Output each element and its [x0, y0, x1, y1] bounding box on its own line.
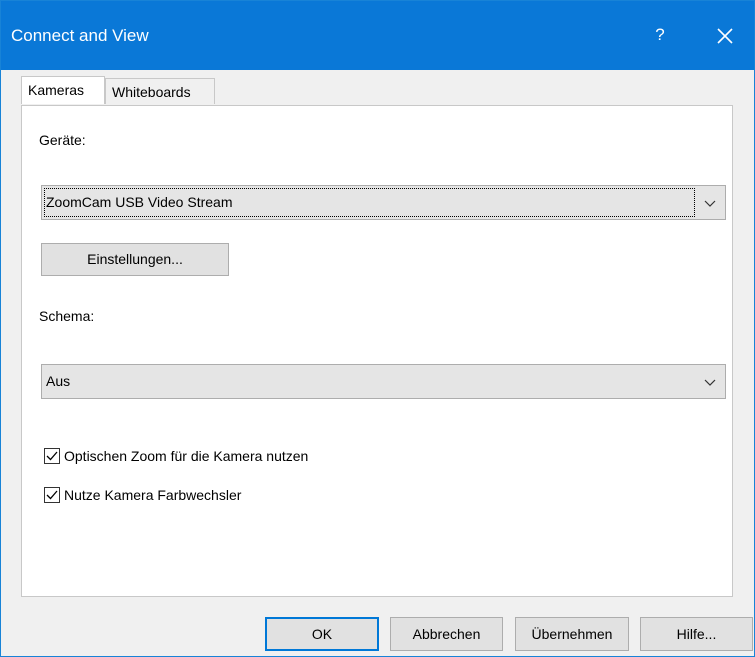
- tab-panel-kameras: Geräte: ZoomCam USB Video Stream Einstel…: [21, 105, 733, 597]
- apply-button[interactable]: Übernehmen: [515, 617, 629, 651]
- help-button[interactable]: Hilfe...: [640, 617, 753, 651]
- color-changer-option[interactable]: Nutze Kamera Farbwechsler: [44, 485, 444, 505]
- tab-whiteboards-label: Whiteboards: [112, 84, 191, 100]
- optical-zoom-option[interactable]: Optischen Zoom für die Kamera nutzen: [44, 446, 444, 466]
- apply-button-label: Übernehmen: [531, 626, 613, 642]
- scheme-select-value: Aus: [46, 373, 71, 389]
- device-select-value: ZoomCam USB Video Stream: [46, 194, 233, 210]
- help-icon: ?: [655, 25, 665, 44]
- cancel-button[interactable]: Abbrechen: [390, 617, 503, 651]
- window-title: Connect and View: [11, 26, 149, 45]
- cancel-button-label: Abbrechen: [412, 626, 481, 642]
- close-button[interactable]: [707, 19, 743, 53]
- tab-kameras[interactable]: Kameras: [21, 76, 105, 104]
- help-button-label: Hilfe...: [676, 626, 717, 642]
- dialog-window: Connect and View ? Kameras Whiteboards G…: [0, 0, 755, 657]
- devices-label: Geräte:: [39, 132, 86, 148]
- dialog-footer: OK Abbrechen Übernehmen Hilfe...: [1, 599, 754, 656]
- title-bar[interactable]: Connect and View ?: [1, 1, 754, 70]
- settings-button[interactable]: Einstellungen...: [41, 243, 229, 276]
- chevron-down-icon: [704, 200, 716, 207]
- color-changer-label: Nutze Kamera Farbwechsler: [64, 487, 242, 503]
- tab-kameras-label: Kameras: [28, 82, 85, 98]
- optical-zoom-label: Optischen Zoom für die Kamera nutzen: [64, 448, 309, 464]
- close-icon: [717, 28, 733, 44]
- ok-button-label: OK: [311, 626, 333, 642]
- settings-button-label: Einstellungen...: [87, 251, 183, 267]
- tab-whiteboards[interactable]: Whiteboards: [105, 78, 215, 104]
- color-changer-checkbox[interactable]: [44, 487, 60, 503]
- checkmark-icon: [46, 490, 58, 500]
- scheme-select[interactable]: Aus: [41, 364, 726, 399]
- ok-button[interactable]: OK: [265, 617, 379, 651]
- checkmark-icon: [46, 451, 58, 461]
- device-select[interactable]: ZoomCam USB Video Stream: [41, 185, 726, 220]
- chevron-down-icon: [704, 379, 716, 386]
- help-title-button[interactable]: ?: [646, 20, 674, 50]
- optical-zoom-checkbox[interactable]: [44, 448, 60, 464]
- scheme-label: Schema:: [39, 308, 95, 324]
